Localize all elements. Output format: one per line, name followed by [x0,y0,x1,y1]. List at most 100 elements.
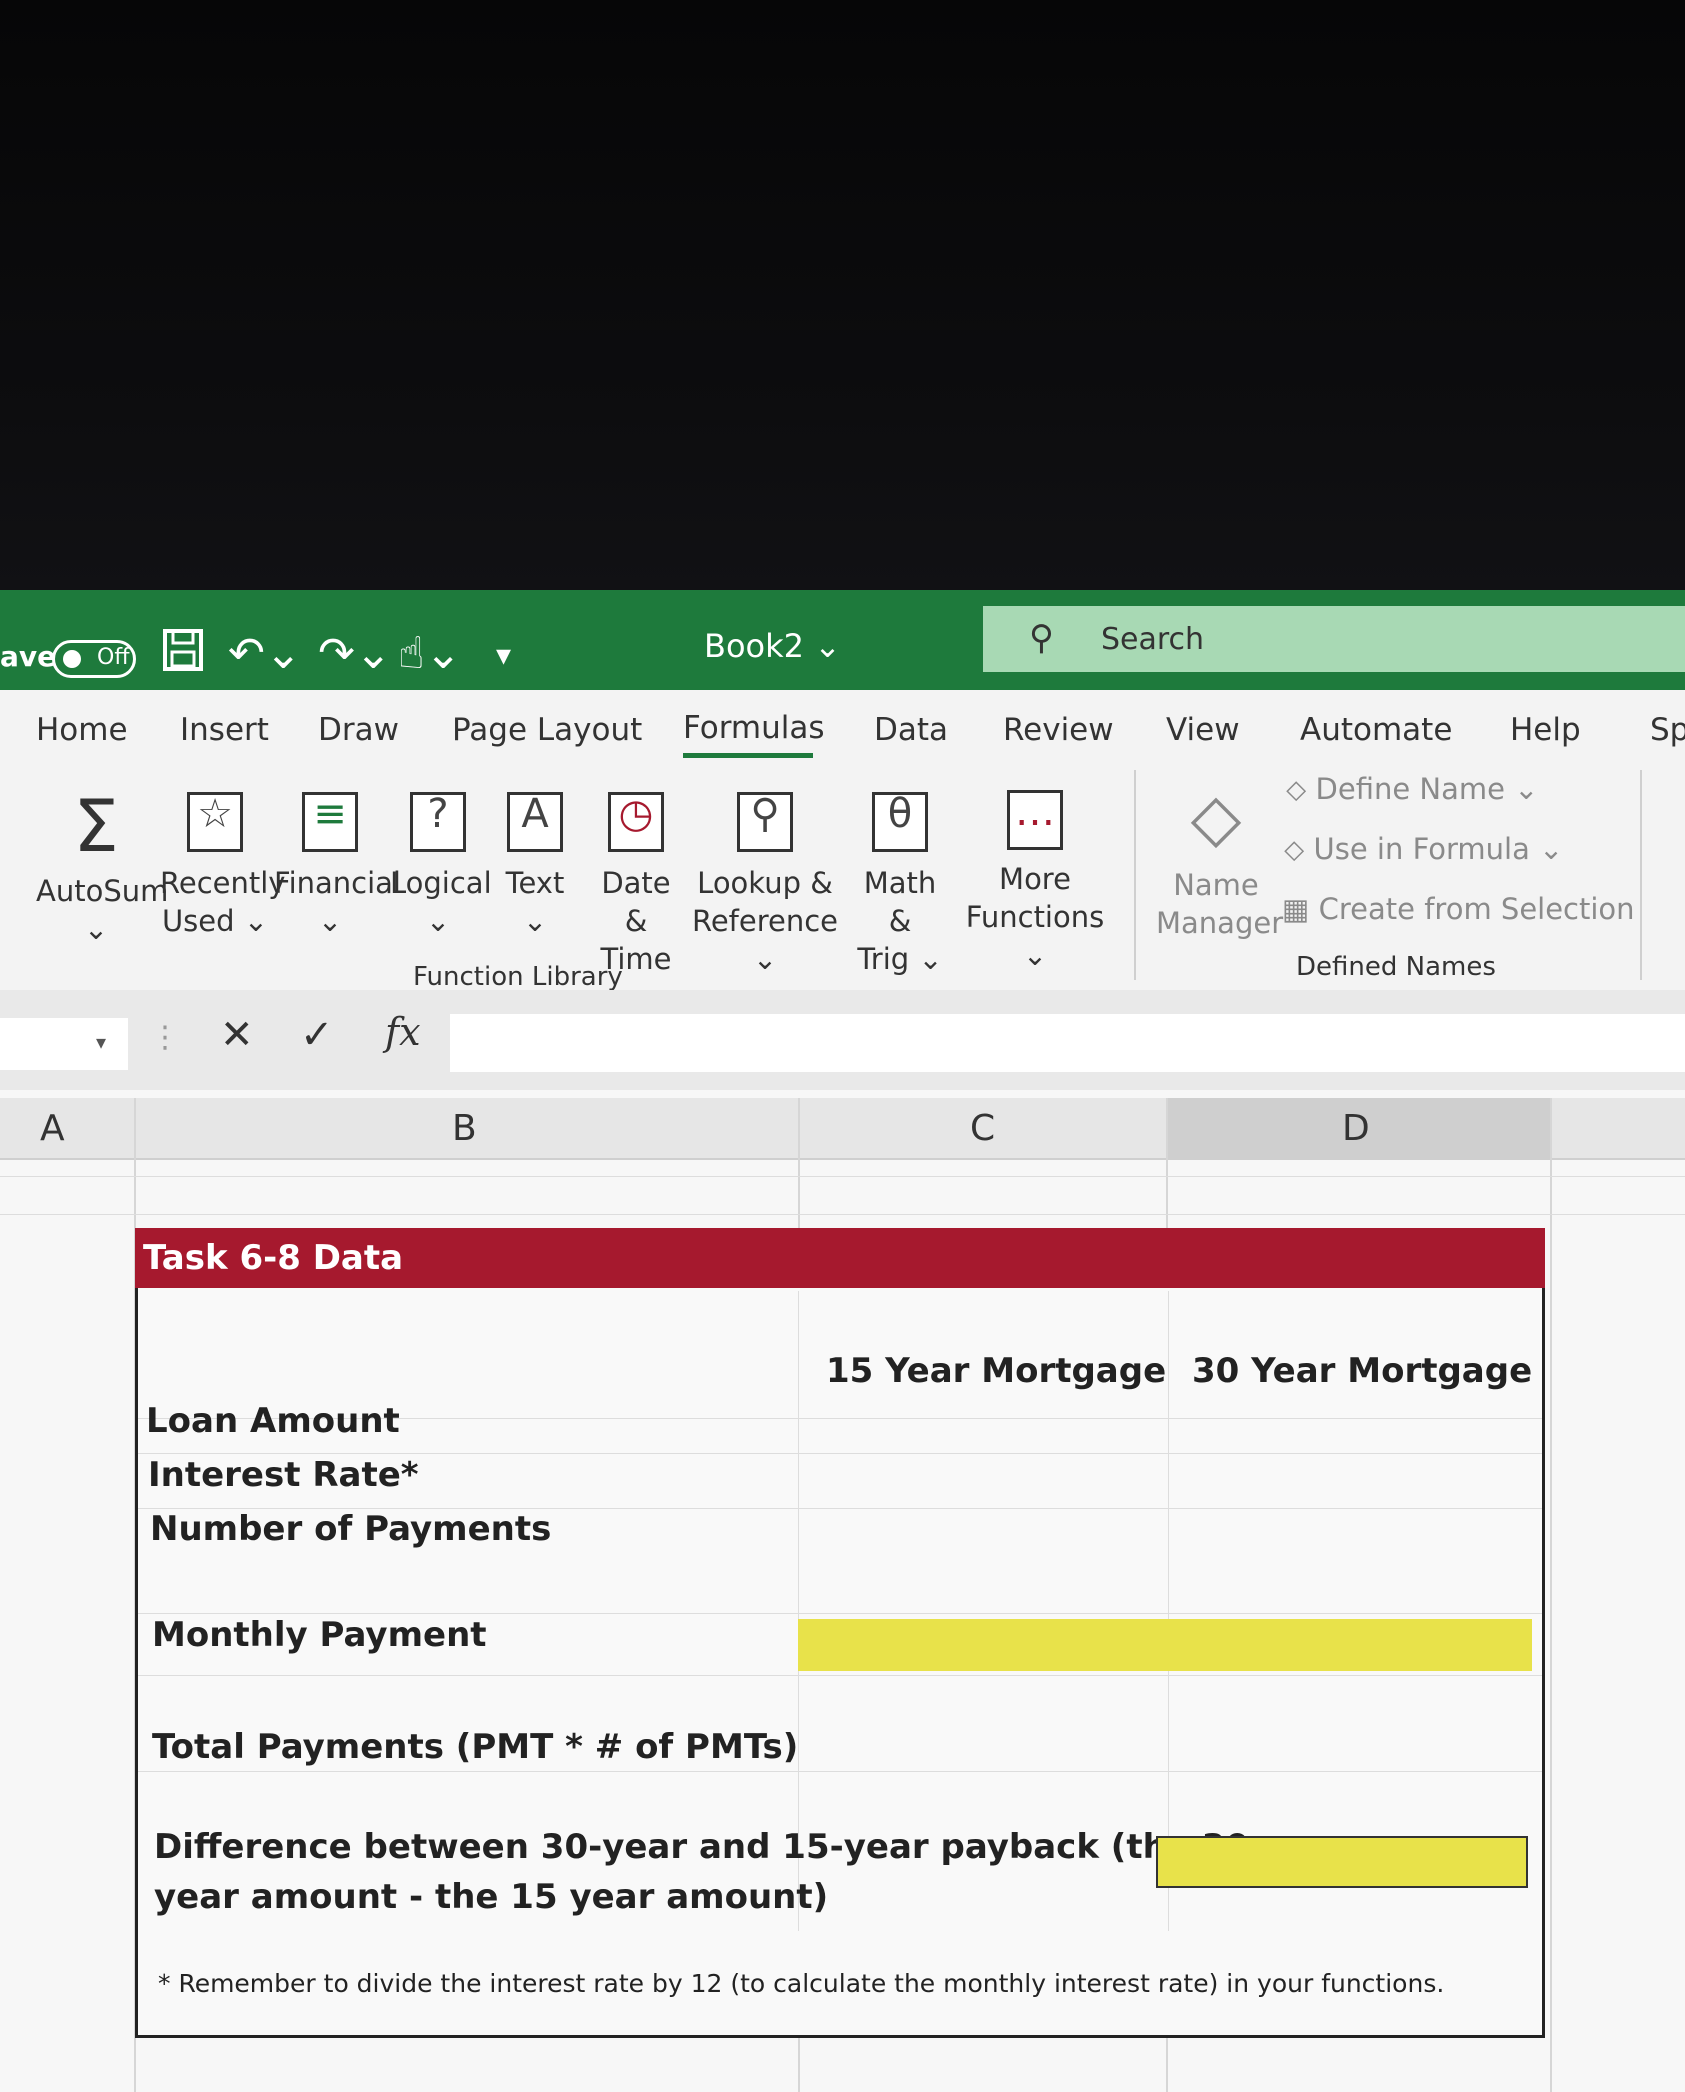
lookup-reference-button[interactable]: ⚲ Lookup & Reference ⌄ [690,786,840,978]
label-monthly-payment[interactable]: Monthly Payment [152,1615,487,1655]
recently-used-label: Recently [160,866,286,900]
grid-line [0,1214,1685,1215]
database-book-icon: ≡ [302,792,358,852]
label-difference-line1[interactable]: Difference between 30-year and 15-year p… [154,1827,1249,1867]
more-functions-label-2: Functions ⌄ [965,900,1105,972]
group-label-defined-names: Defined Names [1296,952,1496,982]
column-header-b[interactable]: B [452,1108,477,1149]
tab-review[interactable]: Review [1003,712,1114,748]
math-trig-button[interactable]: θ Math & Trig ⌄ [848,786,952,978]
date-time-label: Date & [601,866,671,938]
formula-bar: ▾ ⋮ ✕ ✓ fx [0,990,1685,1090]
autosave-toggle[interactable]: Off [52,640,136,678]
recently-used-button[interactable]: ☆ Recently Used ⌄ [160,786,285,940]
save-icon[interactable] [162,628,204,683]
cancel-icon[interactable]: ✕ [220,1012,254,1058]
redo-icon[interactable]: ↷⌄ [318,628,392,679]
enter-check-icon[interactable]: ✓ [300,1012,334,1058]
tab-home[interactable]: Home [36,712,128,748]
tab-insert[interactable]: Insert [180,712,269,748]
text-button[interactable]: A Text ⌄ [494,786,576,940]
logical-dropdown: ⌄ [425,904,451,938]
column-header-a[interactable]: A [40,1108,65,1149]
undo-icon[interactable]: ↶⌄ [228,628,302,679]
use-in-formula-label: Use in Formula ⌄ [1313,832,1564,866]
more-functions-label: More [999,862,1071,896]
label-loan-amount[interactable]: Loan Amount [146,1401,400,1441]
tab-draw[interactable]: Draw [318,712,399,748]
autosum-label: AutoSum [36,874,169,908]
formula-input[interactable] [450,1014,1685,1072]
task-title[interactable]: Task 6-8 Data [143,1238,403,1278]
define-name-button[interactable]: ⬦ Define Name ⌄ [1286,772,1538,807]
text-label: Text [505,866,565,900]
financial-dropdown: ⌄ [317,904,343,938]
row-line [138,1771,1542,1772]
more-functions-button[interactable]: … More Functions ⌄ [960,786,1110,974]
financial-button[interactable]: ≡ Financial ⌄ [274,786,401,940]
logical-label: Logical [390,866,492,900]
create-from-selection-button[interactable]: ▦ Create from Selection [1282,892,1635,926]
star-book-icon: ☆ [187,792,243,852]
create-from-selection-icon: ▦ [1282,892,1310,926]
text-dropdown: ⌄ [522,904,548,938]
label-difference-line2[interactable]: year amount - the 15 year amount) [154,1877,828,1917]
grid-line [1550,1098,1552,2092]
name-manager-label: Name [1173,868,1259,902]
label-interest-rate[interactable]: Interest Rate* [148,1455,419,1495]
column-header-c[interactable]: C [970,1108,995,1149]
monthly-payment-cells[interactable] [798,1619,1532,1671]
tab-automate[interactable]: Automate [1300,712,1452,748]
search-box[interactable]: ⚲ Search [983,606,1685,672]
tag-icon: ⬦ [1286,772,1307,806]
insert-function-icon[interactable]: fx [385,1010,421,1054]
group-separator-2 [1640,770,1642,980]
autosum-dropdown: ⌄ [83,912,109,946]
column-header-d[interactable]: D [1168,1098,1552,1158]
tab-view[interactable]: View [1166,712,1240,748]
tab-data[interactable]: Data [874,712,948,748]
row-line [138,1613,1542,1614]
use-in-formula-icon: ⬦ [1284,832,1305,866]
name-manager-button[interactable]: ◇ Name Manager [1156,776,1283,942]
search-icon: ⚲ [1029,618,1054,658]
theta-book-icon: θ [872,792,928,852]
footnote: * Remember to divide the interest rate b… [158,1969,1445,1998]
task-table: 15 Year Mortgage 30 Year Mortgage Loan A… [135,1228,1545,2038]
column-header-d-letter: D [1342,1108,1370,1149]
tab-sp[interactable]: Sp [1650,712,1685,748]
book-title[interactable]: Book2 ⌄ [704,627,841,665]
formula-bar-grip-icon[interactable]: ⋮ [150,1020,180,1055]
search-placeholder: Search [1101,622,1205,657]
sigma-icon: Σ [73,784,119,868]
lookup-label-2: Reference ⌄ [691,904,839,976]
tab-help[interactable]: Help [1510,712,1581,748]
financial-label: Financial [274,866,401,900]
question-book-icon: ? [410,792,466,852]
name-box-dropdown-icon[interactable]: ▾ [96,1030,106,1054]
group-label-function-library: Function Library [413,962,623,992]
background-dark-area [0,0,1685,590]
autosave-label: ave [0,640,57,673]
row-line [138,1675,1542,1676]
toggle-knob-icon [63,650,81,668]
logical-button[interactable]: ? Logical ⌄ [390,786,492,940]
tab-page-layout[interactable]: Page Layout [452,712,642,748]
header-30-year[interactable]: 30 Year Mortgage [1192,1351,1532,1391]
customize-toolbar-icon[interactable]: ▾ [496,638,511,673]
label-total-payments[interactable]: Total Payments (PMT * # of PMTs) [152,1727,798,1767]
autosum-button[interactable]: Σ AutoSum ⌄ [36,784,168,948]
autosave-state: Off [97,645,130,670]
math-trig-label-2: Trig ⌄ [857,942,943,976]
group-separator [1134,770,1136,980]
label-number-of-payments[interactable]: Number of Payments [150,1509,551,1549]
create-from-selection-label: Create from Selection [1318,892,1635,926]
magnifier-book-icon: ⚲ [737,792,793,852]
touch-mode-icon[interactable]: ☝⌄ [398,628,462,679]
difference-cell[interactable] [1156,1836,1528,1888]
tab-formulas[interactable]: Formulas [683,710,825,746]
use-in-formula-button[interactable]: ⬦ Use in Formula ⌄ [1284,832,1563,867]
task-header-bar: Task 6-8 Data [135,1228,1545,1288]
header-15-year[interactable]: 15 Year Mortgage [826,1351,1166,1391]
name-box[interactable]: ▾ [0,1018,128,1070]
